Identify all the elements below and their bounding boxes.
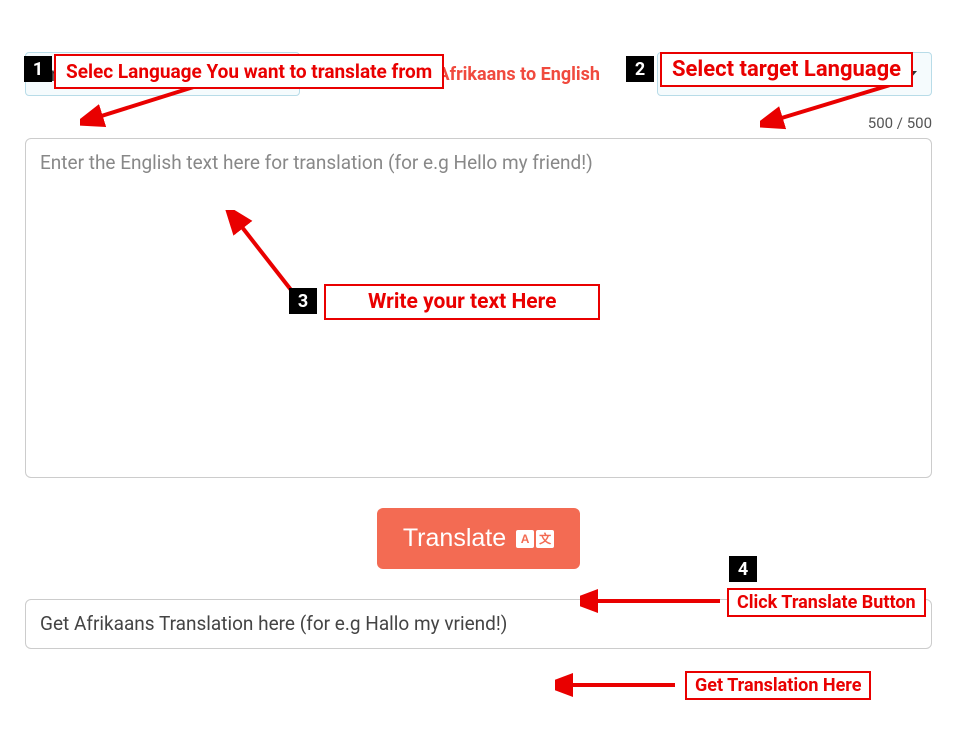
annotation-number-1: 1 [24, 56, 52, 82]
annotation-callout-4: Click Translate Button [727, 588, 926, 617]
annotation-number-2: 2 [626, 56, 654, 82]
translate-button-label: Translate [403, 524, 506, 553]
annotation-callout-1: Selec Language You want to translate fro… [54, 54, 444, 89]
arrow-5 [555, 671, 685, 701]
char-counter: 500 / 500 [25, 114, 932, 132]
translate-icon: A文 [516, 530, 554, 548]
annotation-number-3: 3 [289, 288, 317, 314]
annotation-number-4: 4 [729, 556, 757, 582]
annotation-callout-3: Write your text Here [324, 284, 600, 320]
annotation-callout-2: Select target Language [660, 52, 913, 87]
translate-button[interactable]: Translate A文 [377, 508, 580, 569]
annotation-callout-5: Get Translation Here [685, 671, 871, 700]
